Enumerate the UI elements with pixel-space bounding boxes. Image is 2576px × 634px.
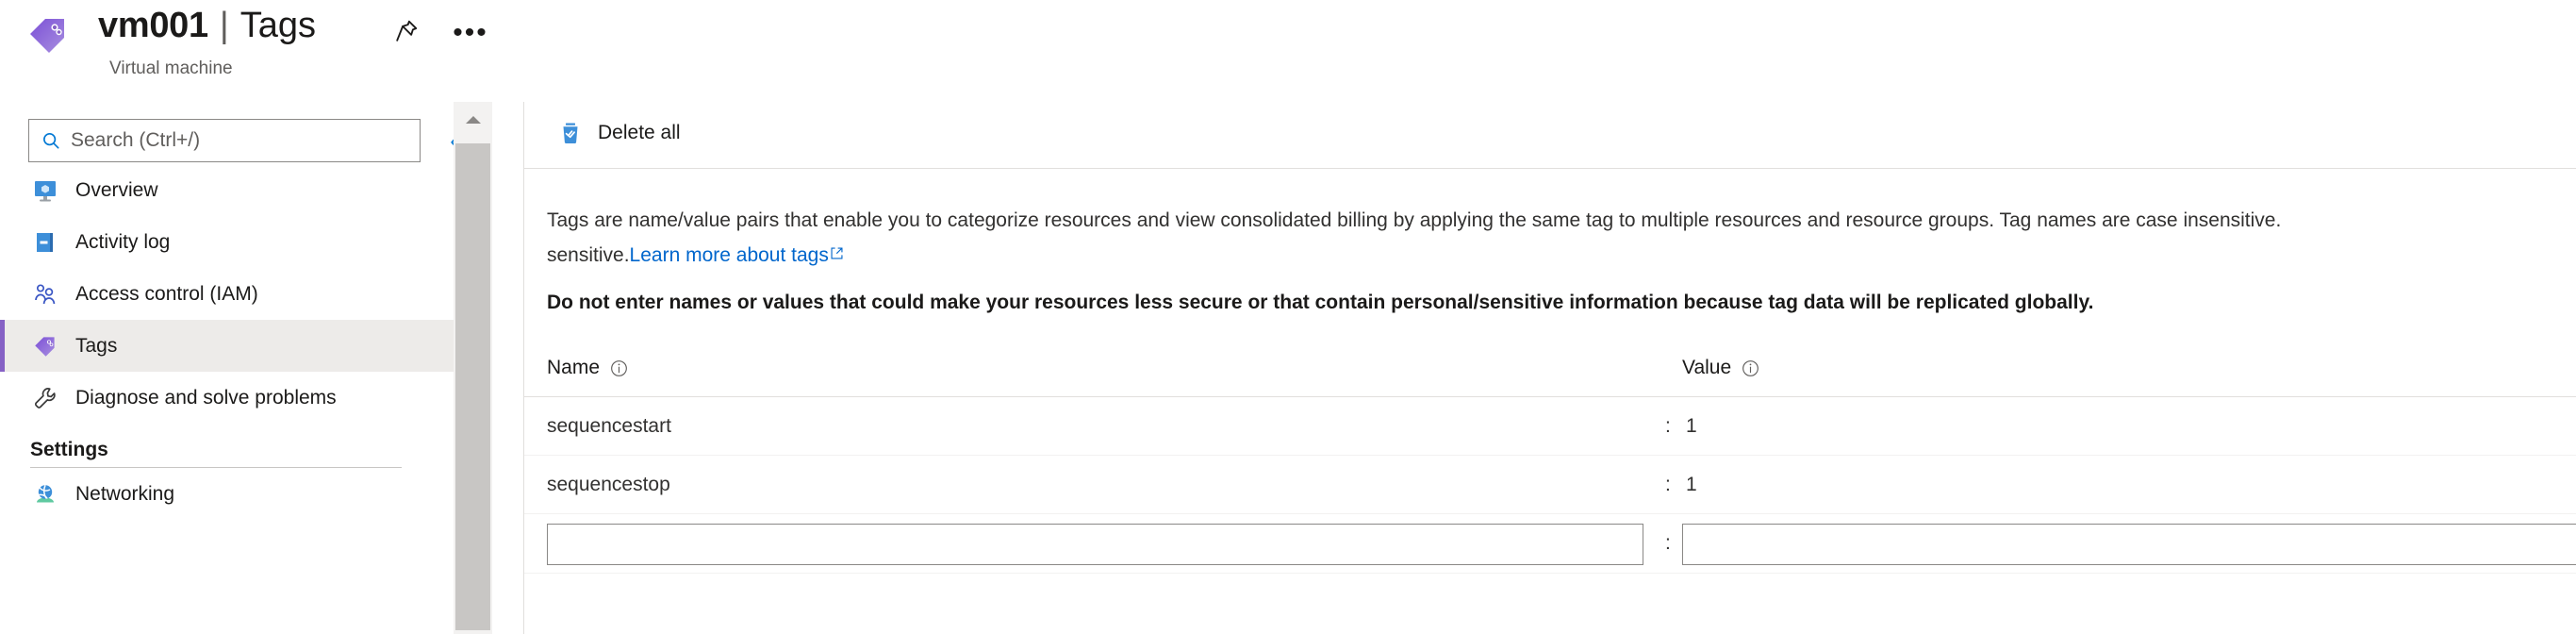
page-title: vm001 | Tags xyxy=(98,6,316,49)
tag-separator: : xyxy=(1665,474,1671,495)
wrench-icon xyxy=(30,383,60,413)
resource-menu-rail: « Overview Activit xyxy=(0,102,463,634)
sidebar-item-diagnose-and-solve-problems[interactable]: Diagnose and solve problems xyxy=(0,372,454,424)
delete-all-button[interactable]: Delete all xyxy=(547,111,690,155)
resource-menu: Overview Activity log Access control (IA… xyxy=(0,164,454,520)
info-icon[interactable] xyxy=(1741,359,1760,378)
info-icon[interactable] xyxy=(609,359,629,378)
scrollbar-thumb[interactable] xyxy=(455,143,490,630)
search-icon xyxy=(41,130,61,151)
tag-separator: : xyxy=(1665,532,1671,554)
sidebar-item-label: Networking xyxy=(75,482,175,505)
sidebar-item-label: Access control (IAM) xyxy=(75,282,258,305)
command-bar: Delete all xyxy=(524,102,2576,166)
blade-header: vm001 | Tags Virtual machine ••• xyxy=(0,0,2576,102)
tags-description-line-1: Tags are name/value pairs that enable yo… xyxy=(547,209,2282,231)
tag-icon xyxy=(30,331,60,361)
column-header-name: Name xyxy=(547,357,629,379)
title-separator: | xyxy=(219,6,229,45)
more-options-button[interactable]: ••• xyxy=(451,13,490,53)
description-wrap-prefix: sensitive. xyxy=(547,244,630,266)
new-tag-row: : xyxy=(524,514,2576,574)
ellipsis-icon: ••• xyxy=(453,17,488,48)
new-tag-name-input[interactable] xyxy=(547,524,1643,565)
sidebar-item-access-control[interactable]: Access control (IAM) xyxy=(0,268,454,320)
tags-grid: Name Value sequencestart: 1 sequencesto… xyxy=(524,343,2576,574)
search-box[interactable] xyxy=(28,119,421,162)
table-row[interactable]: sequencestart : 1 xyxy=(524,397,2576,456)
networking-globe-icon xyxy=(30,479,60,509)
delete-all-label: Delete all xyxy=(598,122,681,143)
sidebar-item-activity-log[interactable]: Activity log xyxy=(0,216,454,268)
overview-monitor-icon xyxy=(30,175,60,206)
pin-icon xyxy=(393,18,420,49)
tag-icon xyxy=(26,13,70,57)
sidebar-group-settings: Settings xyxy=(0,424,454,467)
tag-name-cell: sequencestart xyxy=(547,415,671,437)
activity-log-icon xyxy=(30,227,60,258)
tag-value-cell: 1 xyxy=(1686,474,1697,495)
sidebar-group-title: Settings xyxy=(30,439,108,460)
scrollbar-up-button[interactable] xyxy=(454,102,492,141)
tag-separator: : xyxy=(1665,415,1671,437)
column-header-value: Value xyxy=(1682,357,1760,379)
pin-button[interactable] xyxy=(387,13,426,53)
tag-name-cell: sequencestop xyxy=(547,474,670,495)
sidebar-item-overview[interactable]: Overview xyxy=(0,164,454,216)
sidebar-item-label: Diagnose and solve problems xyxy=(75,386,337,409)
delete-all-trash-icon xyxy=(556,119,585,147)
sidebar-item-label: Overview xyxy=(75,178,158,201)
sidebar-item-networking[interactable]: Networking xyxy=(0,468,454,520)
external-link-icon xyxy=(830,238,844,272)
resource-name: vm001 xyxy=(98,6,208,45)
tags-security-warning: Do not enter names or values that could … xyxy=(547,292,2094,313)
tags-grid-header: Name Value xyxy=(524,343,2576,397)
sidebar-item-label: Activity log xyxy=(75,230,171,253)
learn-more-about-tags-link[interactable]: Learn more about tags xyxy=(630,244,829,266)
search-input[interactable] xyxy=(69,128,393,153)
menu-search-row: « xyxy=(0,117,463,164)
tag-value-cell: 1 xyxy=(1686,415,1697,437)
sidebar-scrollbar[interactable] xyxy=(454,102,492,634)
sidebar-item-label: Tags xyxy=(75,334,118,357)
resource-type-subtitle: Virtual machine xyxy=(109,58,233,78)
blade-name: Tags xyxy=(239,6,316,45)
new-tag-value-input[interactable] xyxy=(1682,524,2576,565)
tags-content: Tags are name/value pairs that enable yo… xyxy=(524,169,2576,634)
column-header-name-label: Name xyxy=(547,357,601,378)
scroll-up-arrow-icon xyxy=(465,113,482,130)
column-header-value-label: Value xyxy=(1682,357,1732,378)
sidebar-item-tags[interactable]: Tags xyxy=(0,320,454,372)
table-row[interactable]: sequencestop : 1 xyxy=(524,456,2576,514)
access-control-people-icon xyxy=(30,279,60,309)
tags-description-line-2: sensitive.Learn more about tags xyxy=(547,238,844,273)
